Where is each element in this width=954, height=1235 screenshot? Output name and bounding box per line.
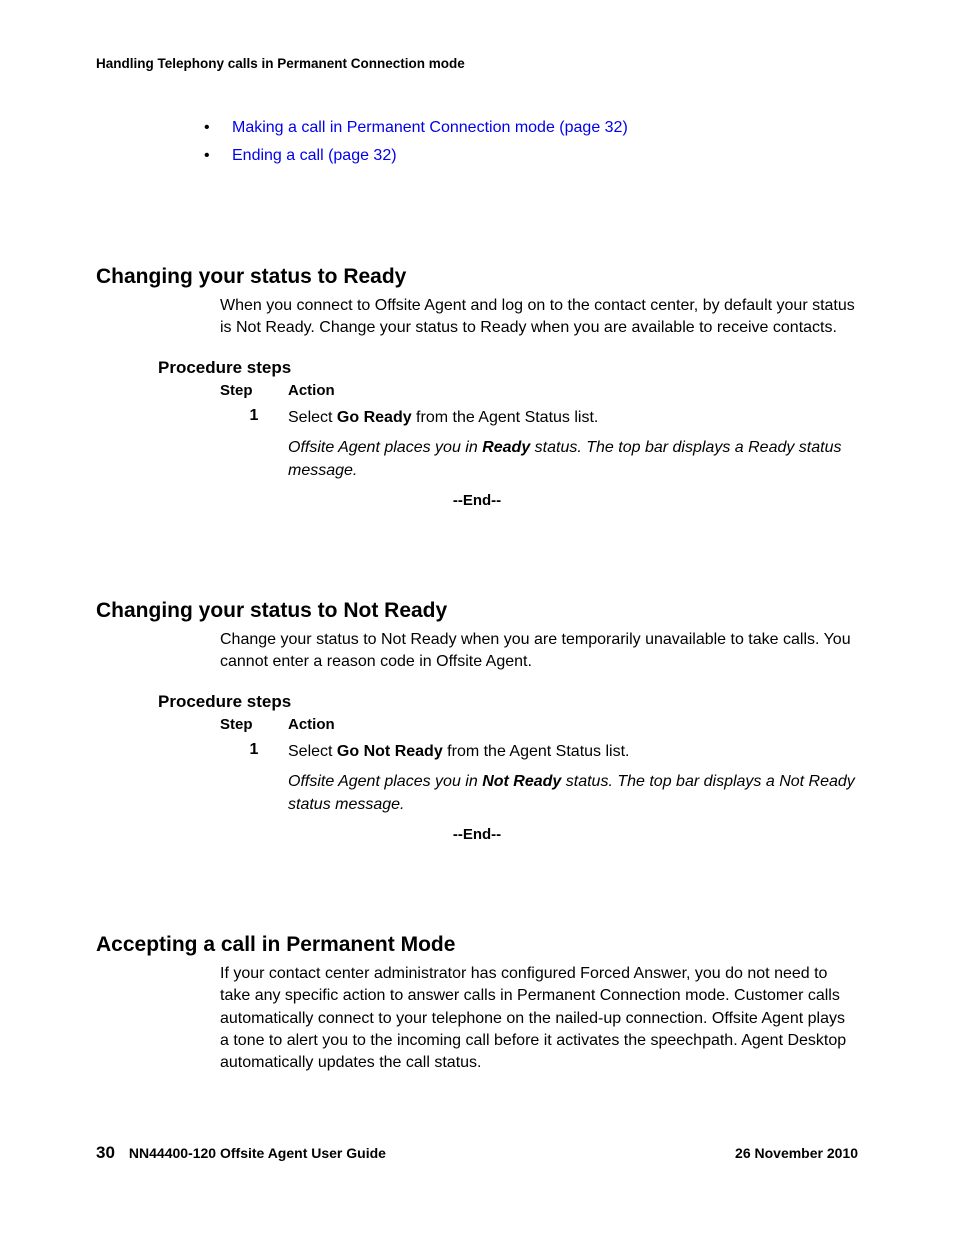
- column-step: Step: [220, 716, 288, 733]
- link-ending-call[interactable]: Ending a call (page 32): [232, 147, 397, 165]
- page-footer: 30 NN44400-120 Offsite Agent User Guide 2…: [96, 1143, 858, 1163]
- footer-left: 30 NN44400-120 Offsite Agent User Guide: [96, 1143, 386, 1163]
- list-item: • Ending a call (page 32): [204, 147, 858, 165]
- section-changing-ready: Changing your status to Ready When you c…: [96, 265, 858, 509]
- section-accepting-call: Accepting a call in Permanent Mode If yo…: [96, 933, 858, 1075]
- procedure-subheading: Procedure steps: [158, 692, 858, 712]
- column-step: Step: [220, 382, 288, 399]
- bullet-icon: •: [204, 119, 232, 137]
- end-marker: --End--: [96, 826, 858, 843]
- procedure-subheading: Procedure steps: [158, 358, 858, 378]
- cross-reference-list: • Making a call in Permanent Connection …: [204, 119, 858, 165]
- running-header: Handling Telephony calls in Permanent Co…: [96, 56, 858, 71]
- step-number: 1: [220, 741, 288, 763]
- bullet-icon: •: [204, 147, 232, 165]
- body-paragraph: Change your status to Not Ready when you…: [220, 629, 858, 674]
- footer-date: 26 November 2010: [735, 1145, 858, 1161]
- body-paragraph: When you connect to Offsite Agent and lo…: [220, 295, 858, 340]
- column-action: Action: [288, 382, 858, 399]
- step-row: 1 Select Go Not Ready from the Agent Sta…: [220, 741, 858, 763]
- section-heading: Accepting a call in Permanent Mode: [96, 933, 858, 957]
- step-action-text: Select Go Ready from the Agent Status li…: [288, 407, 858, 429]
- list-item: • Making a call in Permanent Connection …: [204, 119, 858, 137]
- step-table-header: Step Action: [220, 382, 858, 399]
- doc-title: NN44400-120 Offsite Agent User Guide: [129, 1145, 386, 1161]
- section-heading: Changing your status to Ready: [96, 265, 858, 289]
- link-making-call[interactable]: Making a call in Permanent Connection mo…: [232, 119, 628, 137]
- section-heading: Changing your status to Not Ready: [96, 599, 858, 623]
- step-row: 1 Select Go Ready from the Agent Status …: [220, 407, 858, 429]
- section-changing-not-ready: Changing your status to Not Ready Change…: [96, 599, 858, 843]
- step-number: 1: [220, 407, 288, 429]
- end-marker: --End--: [96, 492, 858, 509]
- body-paragraph: If your contact center administrator has…: [220, 963, 858, 1075]
- step-result-note: Offsite Agent places you in Not Ready st…: [288, 771, 858, 816]
- step-table-header: Step Action: [220, 716, 858, 733]
- step-result-note: Offsite Agent places you in Ready status…: [288, 437, 858, 482]
- column-action: Action: [288, 716, 858, 733]
- step-action-text: Select Go Not Ready from the Agent Statu…: [288, 741, 858, 763]
- page-number: 30: [96, 1143, 115, 1162]
